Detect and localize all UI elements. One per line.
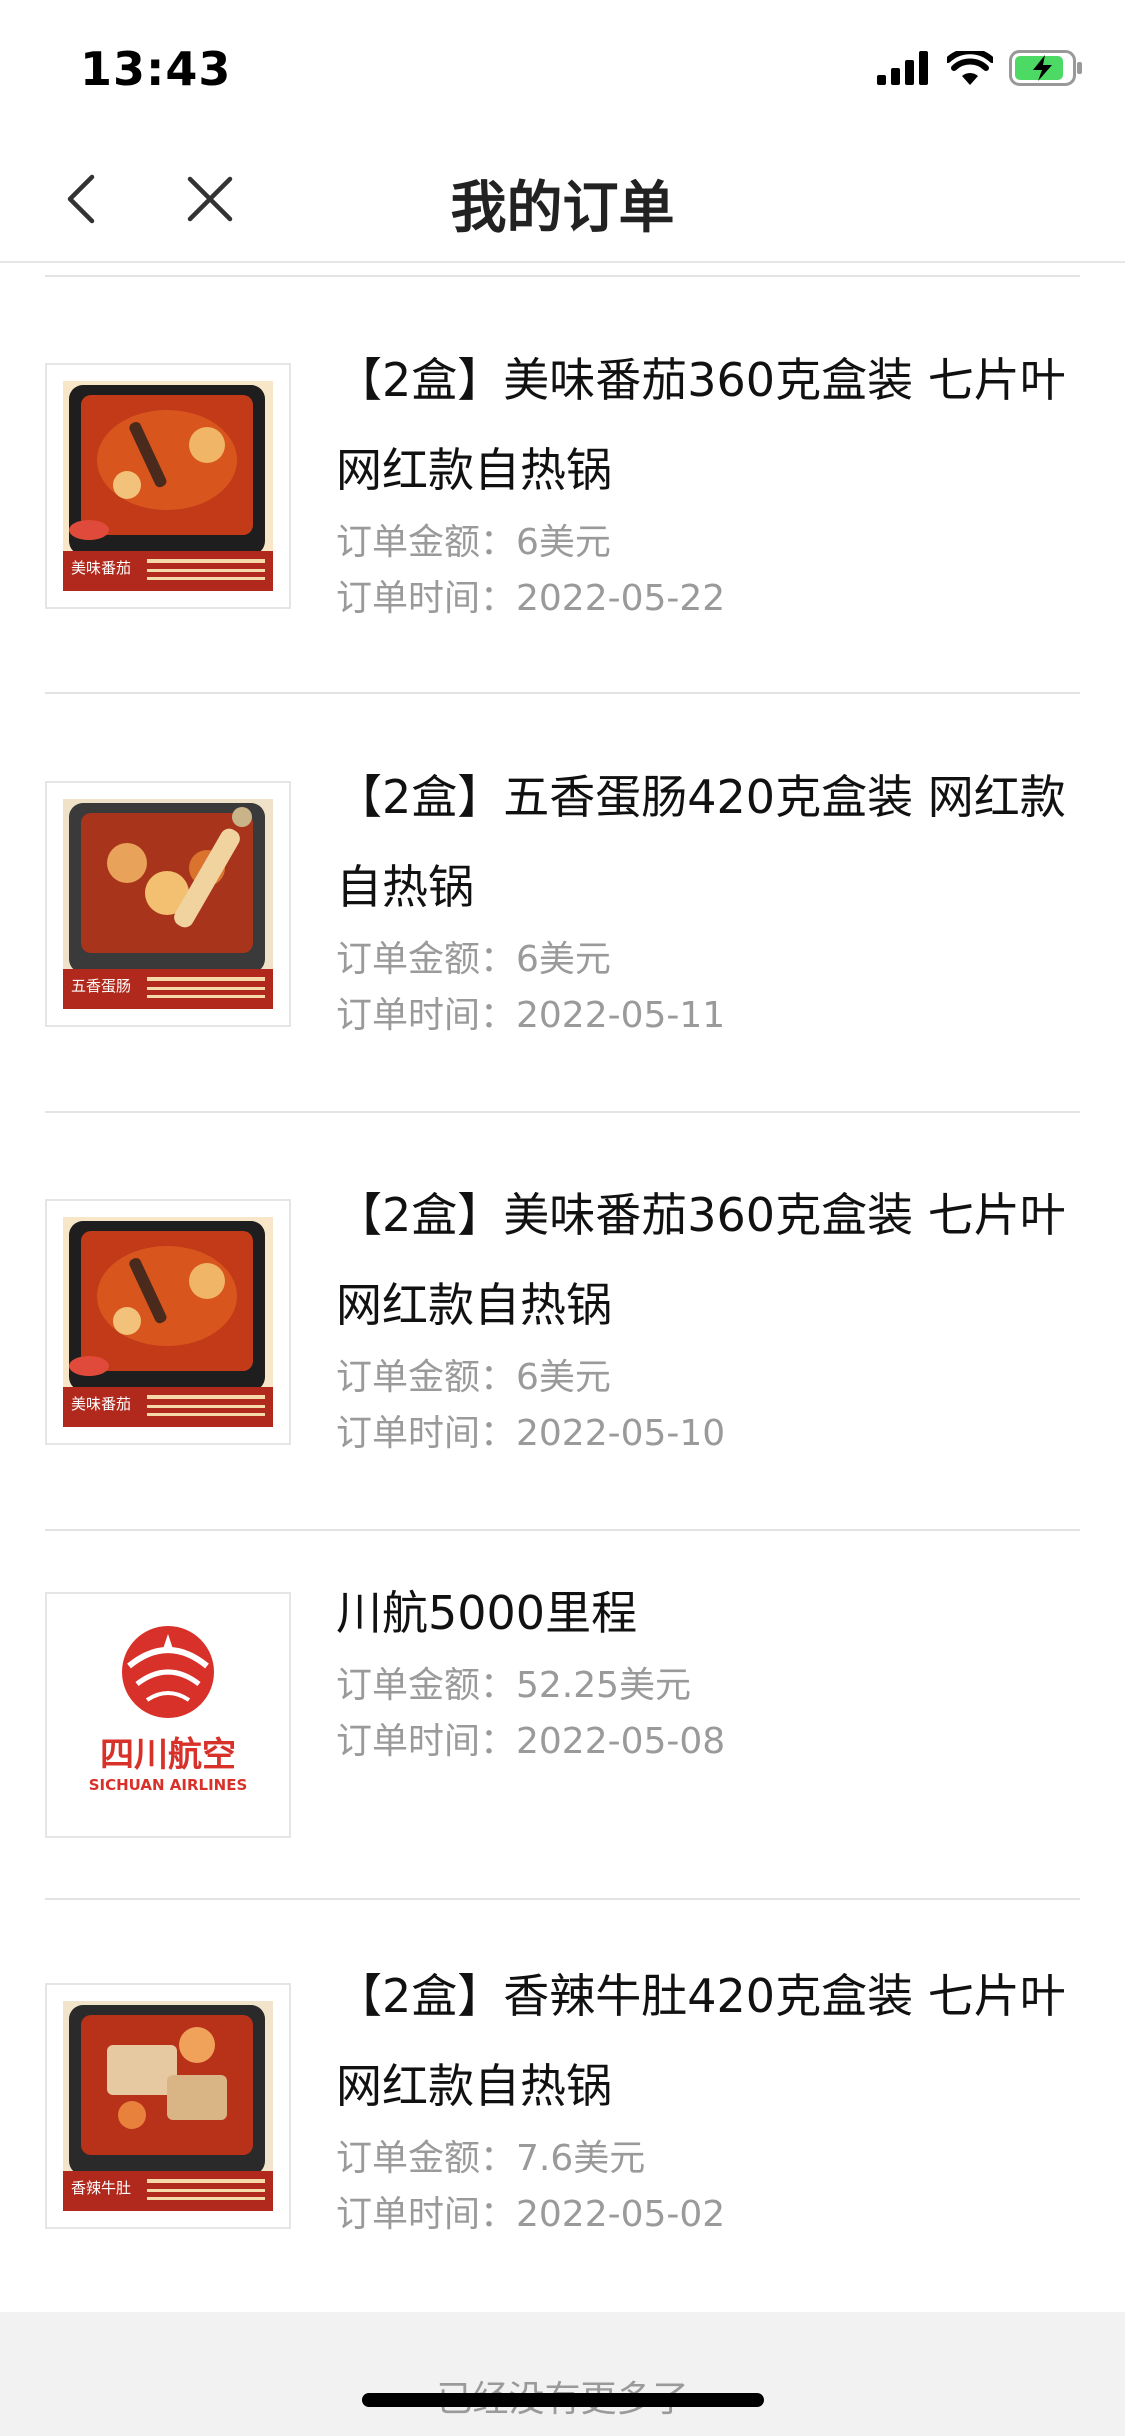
airline-logo-en: SICHUAN AIRLINES bbox=[89, 1776, 248, 1794]
thumbnail-label: 香辣牛肚 bbox=[71, 2179, 131, 2197]
order-time: 订单时间：2022-05-22 bbox=[336, 578, 726, 619]
order-amount: 订单金额：6美元 bbox=[336, 1357, 611, 1398]
home-indicator[interactable] bbox=[362, 2393, 764, 2407]
page-title: 我的订单 bbox=[450, 176, 675, 241]
order-title: 【2盒】美味番茄360克盒装 七片叶网红款自热锅 bbox=[336, 1188, 1066, 1332]
order-amount: 订单金额：52.25美元 bbox=[336, 1665, 692, 1706]
battery-charging-icon bbox=[1009, 50, 1082, 86]
product-thumbnail: 香辣牛肚 bbox=[45, 1983, 291, 2229]
order-time: 订单时间：2022-05-10 bbox=[336, 1413, 726, 1454]
order-title: 【2盒】香辣牛肚420克盒装 七片叶网红款自热锅 bbox=[336, 1969, 1066, 2113]
product-thumbnail: 美味番茄 bbox=[45, 363, 291, 609]
order-item[interactable]: 美味番茄 【2盒】美味番茄360克盒装 七片叶网红款自热锅 订单金额：6美元 订… bbox=[0, 263, 1125, 694]
list-footer: 已经没有更多了 bbox=[0, 2312, 1125, 2436]
order-time: 订单时间：2022-05-02 bbox=[336, 2194, 726, 2235]
thumbnail-label: 五香蛋肠 bbox=[71, 977, 131, 995]
order-title: 【2盒】美味番茄360克盒装 七片叶网红款自热锅 bbox=[336, 353, 1066, 497]
order-item[interactable]: 五香蛋肠 【2盒】五香蛋肠420克盒装 网红款自热锅 订单金额：6美元 订单时间… bbox=[0, 694, 1125, 1113]
order-item[interactable]: 四川航空 SICHUAN AIRLINES 川航5000里程 订单金额：52.2… bbox=[0, 1530, 1125, 1900]
order-item[interactable]: 香辣牛肚 【2盒】香辣牛肚420克盒装 七片叶网红款自热锅 订单金额：7.6美元… bbox=[0, 1899, 1125, 2311]
nav-bar: 我的订单 bbox=[0, 135, 1125, 263]
order-title: 川航5000里程 bbox=[336, 1586, 638, 1640]
order-time: 订单时间：2022-05-08 bbox=[336, 1721, 726, 1762]
order-title: 【2盒】五香蛋肠420克盒装 网红款自热锅 bbox=[336, 770, 1066, 914]
screen: 13:43 我的订单 美味番茄 【2盒】美味番茄360克盒装 七片叶网红款自热锅… bbox=[0, 0, 1125, 2436]
status-icons bbox=[877, 48, 1083, 88]
thumbnail-label: 美味番茄 bbox=[71, 1395, 131, 1413]
order-amount: 订单金额：6美元 bbox=[336, 522, 611, 563]
order-amount: 订单金额：6美元 bbox=[336, 939, 611, 980]
order-amount: 订单金额：7.6美元 bbox=[336, 2138, 646, 2179]
status-bar: 13:43 bbox=[0, 0, 1125, 135]
product-thumbnail: 五香蛋肠 bbox=[45, 781, 291, 1027]
product-thumbnail: 美味番茄 bbox=[45, 1199, 291, 1445]
status-time: 13:43 bbox=[80, 42, 232, 96]
wifi-icon bbox=[947, 51, 993, 85]
thumbnail-label: 美味番茄 bbox=[71, 559, 131, 577]
airline-logo-cn: 四川航空 bbox=[100, 1735, 236, 1775]
order-time: 订单时间：2022-05-11 bbox=[336, 995, 726, 1036]
order-item[interactable]: 美味番茄 【2盒】美味番茄360克盒装 七片叶网红款自热锅 订单金额：6美元 订… bbox=[0, 1112, 1125, 1531]
cellular-signal-icon bbox=[877, 51, 928, 85]
airline-logo-thumbnail: 四川航空 SICHUAN AIRLINES bbox=[45, 1592, 291, 1838]
